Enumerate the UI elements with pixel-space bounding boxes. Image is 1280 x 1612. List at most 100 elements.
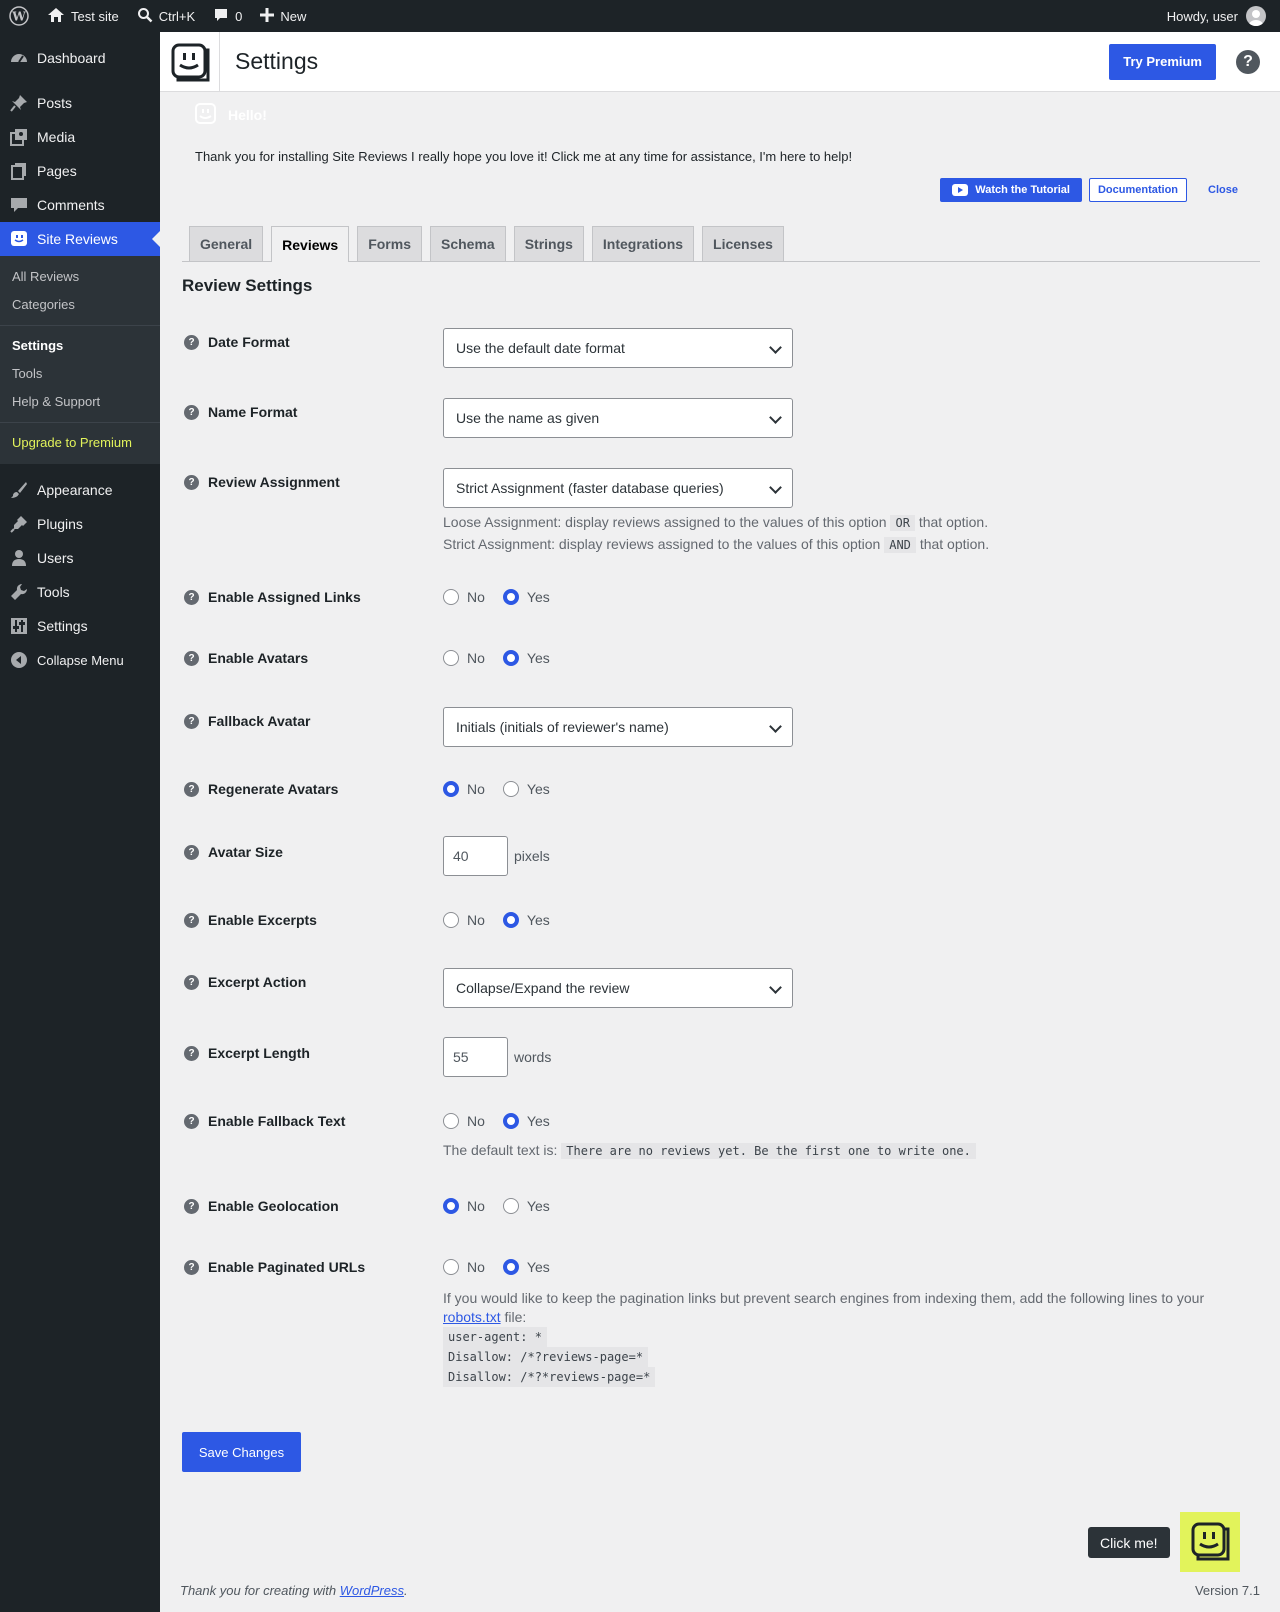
radio-yes[interactable] — [502, 1113, 519, 1129]
help-question-icon[interactable]: ? — [184, 589, 199, 605]
sidebar-item-tools[interactable]: Tools — [0, 575, 160, 609]
radio-option-no[interactable]: No — [443, 781, 485, 797]
tab-licenses[interactable]: Licenses — [702, 226, 784, 261]
wordpress-link[interactable]: WordPress — [340, 1583, 404, 1598]
help-question-icon[interactable]: ? — [184, 844, 199, 860]
excerpt-length-input[interactable]: 55 — [443, 1037, 508, 1077]
footer-thanks: Thank you for creating with WordPress. — [180, 1583, 408, 1598]
radio-label: Yes — [526, 1198, 550, 1214]
wordpress-logo-icon[interactable]: W — [0, 0, 38, 32]
radio-yes[interactable] — [502, 650, 519, 666]
search-command-button[interactable]: Ctrl+K — [128, 0, 204, 32]
setting-label: ? Enable Assigned Links — [184, 589, 361, 605]
submenu-all-reviews[interactable]: All Reviews — [0, 263, 160, 291]
help-question-icon[interactable]: ? — [184, 713, 199, 729]
submenu-help-support[interactable]: Help & Support — [0, 388, 160, 416]
radio-yes[interactable] — [502, 589, 519, 605]
save-changes-button[interactable]: Save Changes — [182, 1432, 301, 1472]
radio-no[interactable] — [443, 781, 459, 797]
radio-option-yes[interactable]: Yes — [502, 1198, 550, 1214]
tab-schema[interactable]: Schema — [429, 226, 506, 261]
radio-no[interactable] — [443, 912, 459, 928]
radio-no[interactable] — [443, 1113, 459, 1129]
sidebar-item-settings[interactable]: Settings — [0, 609, 160, 643]
sidebar-item-site-reviews[interactable]: Site Reviews — [0, 222, 160, 256]
fallback-avatar-select[interactable]: Initials (initials of reviewer's name) — [443, 707, 793, 747]
radio-option-no[interactable]: No — [443, 1198, 485, 1214]
setting-label-text: Date Format — [208, 334, 290, 350]
sidebar-item-label: Site Reviews — [37, 231, 118, 247]
sidebar-item-plugins[interactable]: Plugins — [0, 507, 160, 541]
help-question-icon[interactable]: ? — [184, 1113, 199, 1129]
radio-yes[interactable] — [502, 1259, 519, 1275]
radio-option-yes[interactable]: Yes — [502, 589, 550, 605]
sidebar-item-media[interactable]: Media — [0, 120, 160, 154]
tab-strings[interactable]: Strings — [513, 226, 584, 261]
name-format-select[interactable]: Use the name as given — [443, 398, 793, 438]
submenu-categories[interactable]: Categories — [0, 291, 160, 319]
tab-reviews[interactable]: Reviews — [271, 226, 350, 262]
help-icon[interactable]: ? — [1236, 49, 1260, 74]
submenu-tools[interactable]: Tools — [0, 360, 160, 388]
documentation-button[interactable]: Documentation — [1088, 178, 1188, 202]
help-question-icon[interactable]: ? — [184, 1198, 199, 1214]
submenu-settings[interactable]: Settings — [0, 332, 160, 360]
help-question-icon[interactable]: ? — [184, 474, 199, 490]
sidebar-item-posts[interactable]: Posts — [0, 86, 160, 120]
help-question-icon[interactable]: ? — [184, 1259, 199, 1275]
radio-option-no[interactable]: No — [443, 650, 485, 666]
account-menu[interactable]: Howdy, user — [1167, 6, 1280, 26]
radio-no[interactable] — [443, 589, 459, 605]
help-question-icon[interactable]: ? — [184, 404, 199, 420]
comments-link[interactable]: 0 — [204, 0, 251, 32]
radio-option-no[interactable]: No — [443, 1259, 485, 1275]
radio-no[interactable] — [443, 1259, 459, 1275]
try-premium-button[interactable]: Try Premium — [1109, 43, 1216, 80]
sidebar-item-users[interactable]: Users — [0, 541, 160, 575]
radio-option-no[interactable]: No — [443, 912, 485, 928]
submenu-upgrade-premium[interactable]: Upgrade to Premium — [0, 429, 160, 457]
radio-option-yes[interactable]: Yes — [502, 781, 550, 797]
new-label: New — [280, 8, 307, 24]
tab-forms[interactable]: Forms — [357, 226, 422, 261]
radio-option-yes[interactable]: Yes — [502, 650, 550, 666]
radio-option-no[interactable]: No — [443, 589, 485, 605]
radio-option-no[interactable]: No — [443, 1113, 485, 1129]
help-question-icon[interactable]: ? — [184, 650, 199, 666]
radio-option-yes[interactable]: Yes — [502, 912, 550, 928]
sidebar-item-appearance[interactable]: Appearance — [0, 473, 160, 507]
robots-txt-link[interactable]: robots.txt — [443, 1309, 501, 1325]
help-question-icon[interactable]: ? — [184, 912, 199, 928]
radio-no[interactable] — [443, 1198, 459, 1214]
radio-yes[interactable] — [502, 1198, 519, 1214]
svg-text:W: W — [11, 10, 26, 24]
site-name-link[interactable]: Test site — [38, 0, 128, 32]
notice-header: Hello! — [182, 100, 1260, 130]
assistant-button[interactable] — [1180, 1512, 1240, 1572]
radio-no[interactable] — [443, 650, 459, 666]
sidebar-item-dashboard[interactable]: Dashboard — [0, 41, 160, 75]
watch-tutorial-button[interactable]: Watch the Tutorial — [940, 178, 1082, 202]
excerpt-action-select[interactable]: Collapse/Expand the review — [443, 968, 793, 1008]
date-format-select[interactable]: Use the default date format — [443, 328, 793, 368]
review-assignment-select[interactable]: Strict Assignment (faster database queri… — [443, 468, 793, 508]
help-question-icon[interactable]: ? — [184, 974, 199, 990]
radio-yes[interactable] — [502, 781, 519, 797]
help-question-icon[interactable]: ? — [184, 334, 199, 350]
help-question-icon[interactable]: ? — [184, 781, 199, 797]
tab-general[interactable]: General — [189, 226, 264, 261]
sidebar-item-comments[interactable]: Comments — [0, 188, 160, 222]
radio-yes[interactable] — [502, 912, 519, 928]
radio-option-yes[interactable]: Yes — [502, 1259, 550, 1275]
sidebar-item-pages[interactable]: Pages — [0, 154, 160, 188]
click-me-tooltip[interactable]: Click me! — [1088, 1527, 1170, 1558]
radio-option-yes[interactable]: Yes — [502, 1113, 550, 1129]
tab-integrations[interactable]: Integrations — [591, 226, 695, 261]
welcome-notice: Hello! Thank you for installing Site Rev… — [182, 100, 1260, 202]
new-content-link[interactable]: New — [251, 0, 315, 32]
user-icon — [10, 549, 28, 567]
close-notice-link[interactable]: Close — [1194, 184, 1244, 196]
help-question-icon[interactable]: ? — [184, 1045, 199, 1061]
avatar-size-input[interactable]: 40 — [443, 836, 508, 876]
collapse-menu-button[interactable]: Collapse Menu — [0, 643, 160, 677]
